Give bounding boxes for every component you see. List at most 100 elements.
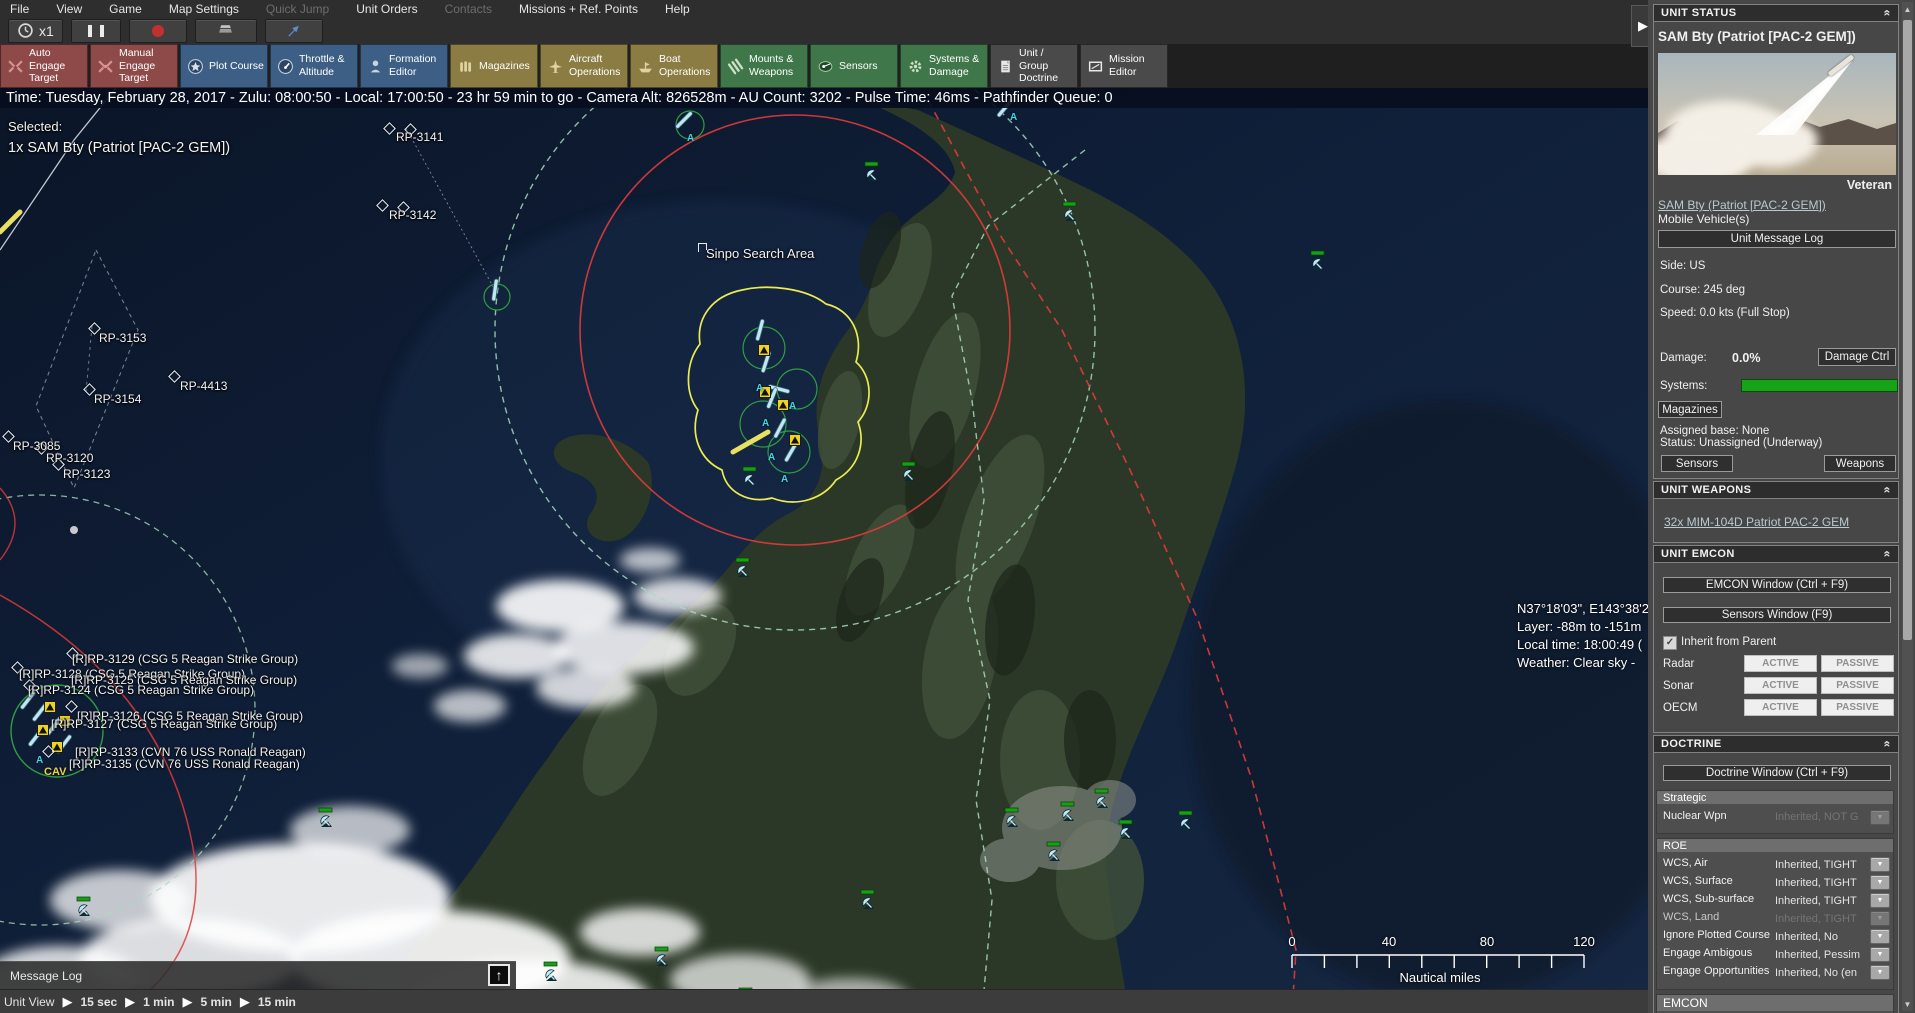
menu-quick-jump[interactable]: Quick Jump bbox=[266, 2, 329, 16]
doctrine-row-label: Engage Ambigous bbox=[1663, 947, 1752, 959]
systems-label: Systems: bbox=[1660, 380, 1707, 392]
group-refpoint-label[interactable]: [R]RP-3129 (CSG 5 Reagan Strike Group) bbox=[72, 652, 298, 666]
map-canvas[interactable] bbox=[0, 0, 1658, 1013]
doctrine-row-dropdown[interactable]: ▼ bbox=[1870, 929, 1890, 944]
search-area-label: Sinpo Search Area bbox=[706, 246, 814, 261]
unit-link[interactable]: SAM Bty (Patriot [PAC-2 GEM]) bbox=[1658, 198, 1826, 212]
oecm-passive-button[interactable]: PASSIVE bbox=[1821, 699, 1894, 716]
proficiency-label: Veteran bbox=[1847, 178, 1892, 192]
jump-button[interactable] bbox=[265, 19, 323, 43]
manual-engage-icon bbox=[97, 58, 114, 75]
group-refpoint-label[interactable]: [R]RP-3127 (CSG 5 Reagan Strike Group) bbox=[51, 717, 277, 731]
contact-letter: A bbox=[687, 133, 694, 144]
menu-unit-orders[interactable]: Unit Orders bbox=[356, 2, 417, 16]
screenshot-button[interactable] bbox=[195, 19, 257, 43]
damage-ctrl-button[interactable]: Damage Ctrl bbox=[1818, 348, 1896, 366]
mission-editor-button[interactable]: MissionEditor bbox=[1080, 44, 1168, 88]
inherit-parent-label: Inherit from Parent bbox=[1681, 636, 1776, 648]
radar-active-button[interactable]: ACTIVE bbox=[1744, 655, 1817, 672]
doctrine-row-dropdown[interactable]: ▼ bbox=[1870, 965, 1890, 980]
magazines-button[interactable]: Magazines bbox=[450, 44, 538, 88]
sensors-side-button[interactable]: Sensors bbox=[1661, 455, 1733, 472]
pause-icon bbox=[88, 25, 92, 37]
nuclear-wpn-dropdown[interactable]: ▼ bbox=[1870, 810, 1890, 825]
refpoint-label[interactable]: RP-3142 bbox=[389, 208, 436, 222]
group-refpoint-label[interactable]: [R]RP-3124 (CSG 5 Reagan Strike Group) bbox=[28, 683, 254, 697]
unit-message-log-button[interactable]: Unit Message Log bbox=[1658, 230, 1896, 248]
inherit-parent-checkbox[interactable]: ✓ bbox=[1663, 636, 1677, 650]
auto-engage-target-button[interactable]: Auto EngageTarget bbox=[0, 44, 88, 88]
boat-icon bbox=[637, 58, 654, 75]
unit-group-doctrine-button[interactable]: Unit / GroupDoctrine bbox=[990, 44, 1078, 88]
weapons-side-button[interactable]: Weapons bbox=[1824, 455, 1896, 472]
refpoint-label[interactable]: RP-3153 bbox=[99, 331, 146, 345]
group-refpoint-label[interactable]: [R]RP-3135 (CVN 76 USS Ronald Reagan) bbox=[69, 757, 300, 771]
doctrine-row-dropdown[interactable]: ▼ bbox=[1870, 911, 1890, 926]
record-button[interactable] bbox=[129, 19, 187, 43]
map-area[interactable]: Sinpo Search Area RP-3141 RP-3142 RP-315… bbox=[0, 0, 1658, 1013]
sensors-button-toolbar[interactable]: Sensors bbox=[810, 44, 898, 88]
doctrine-window-button[interactable]: Doctrine Window (Ctrl + F9) bbox=[1663, 765, 1891, 781]
message-log-expand-button[interactable]: ↑ bbox=[488, 964, 510, 986]
pause-button[interactable] bbox=[71, 19, 121, 43]
emcon-row-name: Sonar bbox=[1663, 680, 1694, 692]
throttle-altitude-button[interactable]: Throttle &Altitude bbox=[270, 44, 358, 88]
doctrine-row-label: WCS, Land bbox=[1663, 911, 1719, 923]
doctrine-row-dropdown[interactable]: ▼ bbox=[1870, 875, 1890, 890]
contact-letter: A bbox=[762, 418, 769, 429]
time-step-15sec[interactable]: 15 sec bbox=[80, 995, 117, 1009]
unit-status-header[interactable]: UNIT STATUS« bbox=[1654, 5, 1898, 22]
unit-weapons-section: UNIT WEAPONS« 32x MIM-104D Patriot PAC-2… bbox=[1653, 481, 1899, 543]
scroll-up-icon[interactable]: ▲ bbox=[1902, 2, 1913, 16]
boat-operations-button[interactable]: BoatOperations bbox=[630, 44, 718, 88]
time-step-1min[interactable]: 1 min bbox=[143, 995, 174, 1009]
doctrine-row-dropdown[interactable]: ▼ bbox=[1870, 893, 1890, 908]
carrier-tag[interactable]: CAV bbox=[44, 766, 66, 778]
unit-emcon-header[interactable]: UNIT EMCON« bbox=[1654, 546, 1898, 563]
plot-course-button[interactable]: Plot Course bbox=[180, 44, 268, 88]
refpoint-label[interactable]: RP-3120 bbox=[46, 451, 93, 465]
emcon-window-button[interactable]: EMCON Window (Ctrl + F9) bbox=[1663, 577, 1891, 593]
systems-health-bar bbox=[1741, 379, 1898, 392]
emcon-subheader[interactable]: EMCON bbox=[1657, 995, 1893, 1011]
doctrine-row-dropdown[interactable]: ▼ bbox=[1870, 857, 1890, 872]
manual-engage-target-button[interactable]: ManualEngage Target bbox=[90, 44, 178, 88]
refpoint-label[interactable]: RP-3154 bbox=[94, 392, 141, 406]
scroll-down-icon[interactable]: ▼ bbox=[1902, 997, 1913, 1011]
sonar-passive-button[interactable]: PASSIVE bbox=[1821, 677, 1894, 694]
mounts-weapons-button[interactable]: Mounts &Weapons bbox=[720, 44, 808, 88]
menu-missions-refpoints[interactable]: Missions + Ref. Points bbox=[519, 2, 638, 16]
time-step-15min[interactable]: 15 min bbox=[258, 995, 296, 1009]
sonar-active-button[interactable]: ACTIVE bbox=[1744, 677, 1817, 694]
menu-view[interactable]: View bbox=[56, 2, 82, 16]
camera-icon bbox=[217, 22, 234, 39]
selected-value: 1x SAM Bty (Patriot [PAC-2 GEM]) bbox=[8, 140, 230, 156]
scrollbar-thumb[interactable] bbox=[1903, 20, 1912, 640]
doctrine-row-dropdown[interactable]: ▼ bbox=[1870, 947, 1890, 962]
sensors-window-button[interactable]: Sensors Window (F9) bbox=[1663, 607, 1891, 623]
time-step-5min[interactable]: 5 min bbox=[201, 995, 232, 1009]
weapon-link[interactable]: 32x MIM-104D Patriot PAC-2 GEM bbox=[1664, 515, 1849, 529]
radar-passive-button[interactable]: PASSIVE bbox=[1821, 655, 1894, 672]
time-compression-button[interactable]: x1 bbox=[8, 19, 63, 43]
oecm-active-button[interactable]: ACTIVE bbox=[1744, 699, 1817, 716]
sidebar-scrollbar[interactable]: ▲ ▼ bbox=[1902, 2, 1913, 1011]
refpoint-label[interactable]: RP-3123 bbox=[63, 467, 110, 481]
view-mode-label[interactable]: Unit View bbox=[4, 995, 54, 1009]
emcon-row-name: Radar bbox=[1663, 658, 1694, 670]
unit-weapons-header[interactable]: UNIT WEAPONS« bbox=[1654, 482, 1898, 499]
menu-game[interactable]: Game bbox=[109, 2, 142, 16]
throttle-icon bbox=[277, 58, 294, 75]
refpoint-label[interactable]: RP-3141 bbox=[396, 130, 443, 144]
menu-file[interactable]: File bbox=[10, 2, 29, 16]
magazines-side-button[interactable]: Magazines bbox=[1658, 401, 1722, 418]
menu-map-settings[interactable]: Map Settings bbox=[169, 2, 239, 16]
formation-editor-button[interactable]: FormationEditor bbox=[360, 44, 448, 88]
menu-help[interactable]: Help bbox=[665, 2, 690, 16]
menu-contacts[interactable]: Contacts bbox=[445, 2, 492, 16]
doctrine-header[interactable]: DOCTRINE« bbox=[1654, 736, 1898, 753]
plot-course-icon bbox=[187, 58, 204, 75]
systems-damage-button[interactable]: Systems &Damage bbox=[900, 44, 988, 88]
aircraft-operations-button[interactable]: AircraftOperations bbox=[540, 44, 628, 88]
refpoint-label[interactable]: RP-4413 bbox=[180, 379, 227, 393]
